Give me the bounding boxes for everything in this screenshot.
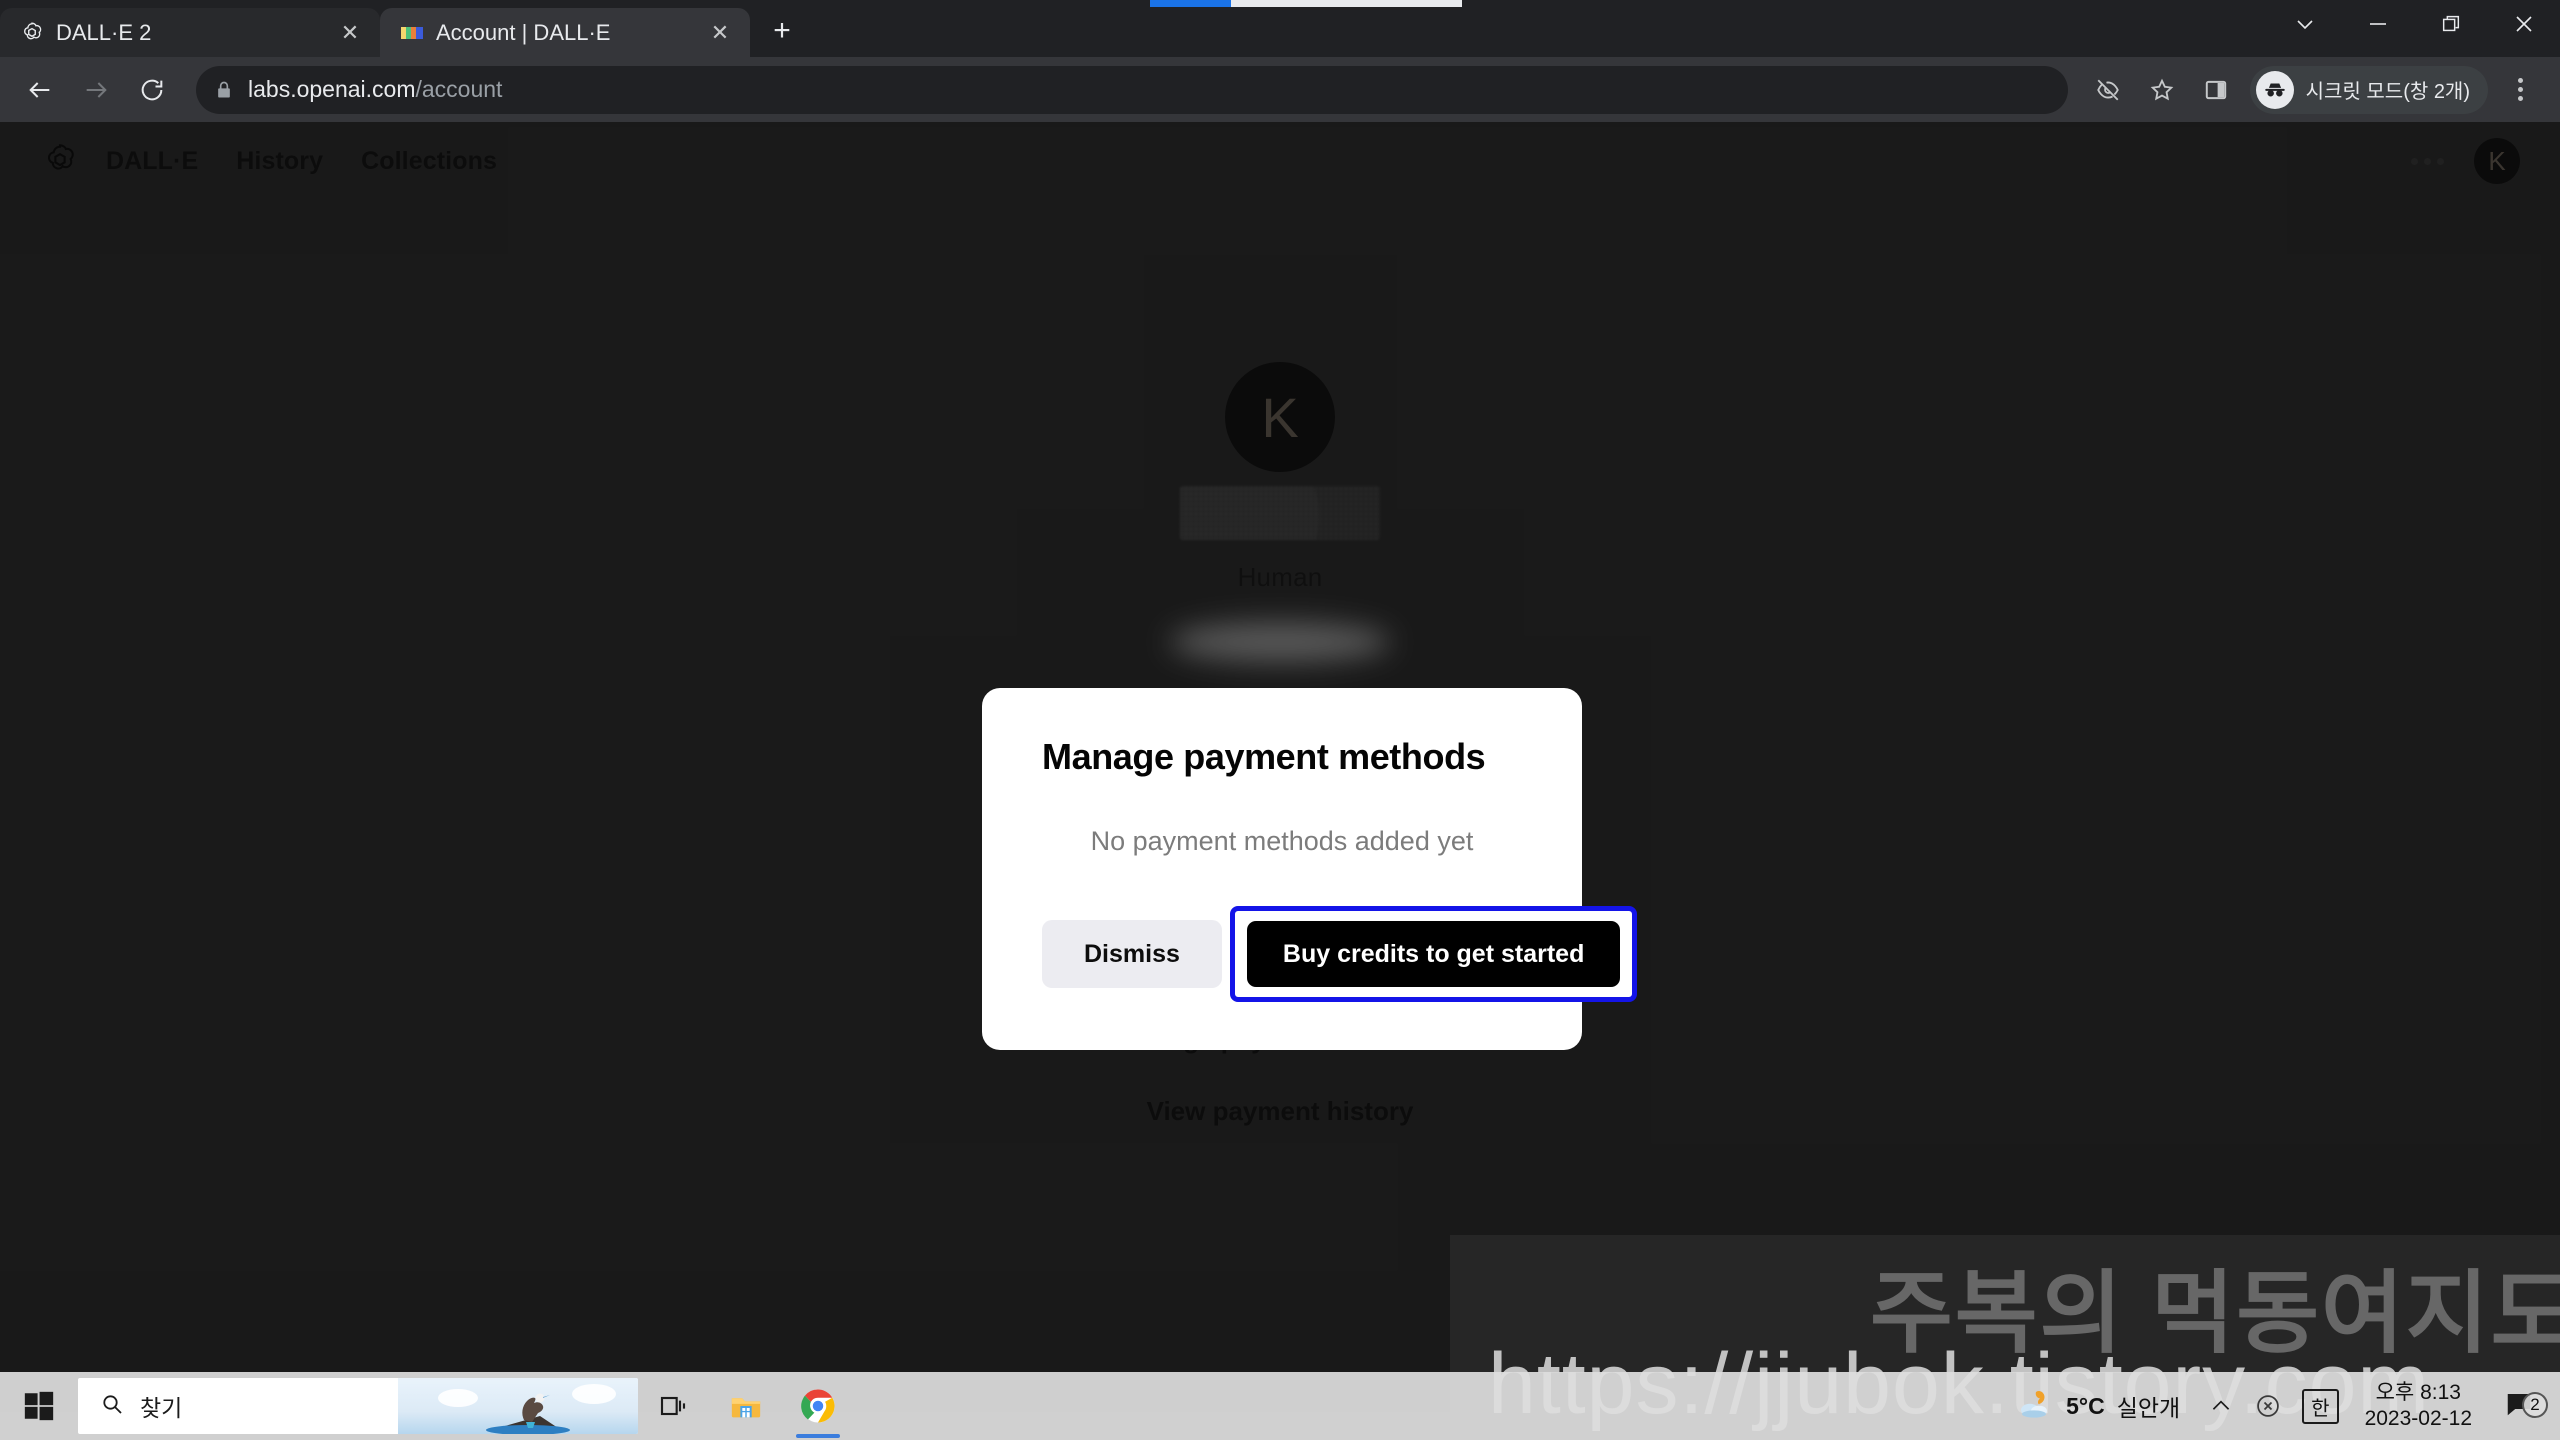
tab-title: Account | DALL·E bbox=[436, 19, 611, 45]
system-tray: 5°C 실안개 한 오후 8:13 2023-02-12 2 bbox=[2000, 1372, 2560, 1440]
page-load-progress-bar bbox=[1150, 0, 1462, 7]
chrome-icon[interactable] bbox=[782, 1372, 854, 1440]
buy-credits-button[interactable]: Buy credits to get started bbox=[1246, 921, 1621, 987]
weather-description: 실안개 bbox=[2116, 1395, 2181, 1421]
forward-button[interactable] bbox=[70, 64, 122, 116]
new-tab-button[interactable]: + bbox=[758, 7, 806, 55]
incognito-icon bbox=[2255, 70, 2294, 109]
toolbar-right-actions: 시크릿 모드(창 2개) bbox=[2082, 64, 2546, 116]
buy-credits-focus-ring: Buy credits to get started bbox=[1229, 906, 1638, 1002]
tab-dalle-2[interactable]: DALL·E 2 ✕ bbox=[0, 8, 380, 57]
window-controls bbox=[2268, 0, 2560, 57]
partly-cloudy-night-icon bbox=[2018, 1389, 2054, 1424]
tab-title: DALL·E 2 bbox=[56, 19, 152, 45]
dialog-actions: Dismiss Buy credits to get started bbox=[1042, 906, 1638, 1002]
lock-icon[interactable] bbox=[214, 80, 234, 100]
notification-count-badge: 2 bbox=[2522, 1391, 2548, 1418]
dalle-gradient-icon bbox=[398, 19, 426, 47]
search-illustration bbox=[398, 1378, 638, 1434]
openai-logo-icon bbox=[18, 19, 46, 47]
reload-button[interactable] bbox=[126, 64, 178, 116]
close-window-button[interactable] bbox=[2487, 0, 2560, 47]
omnibox-url-text: labs.openai.com/account bbox=[248, 76, 502, 103]
back-button[interactable] bbox=[14, 64, 66, 116]
task-view-icon[interactable] bbox=[638, 1372, 710, 1440]
tab-account-dalle[interactable]: Account | DALL·E ✕ bbox=[380, 8, 750, 57]
profile-label: 시크릿 모드(창 2개) bbox=[2305, 81, 2470, 103]
maximize-restore-button[interactable] bbox=[2414, 0, 2487, 47]
url-path: /account bbox=[415, 76, 503, 102]
tab-strip: DALL·E 2 ✕ Account | DALL·E ✕ + bbox=[0, 0, 2560, 57]
eye-off-icon[interactable] bbox=[2082, 64, 2134, 116]
file-explorer-icon[interactable] bbox=[710, 1372, 782, 1440]
taskbar-search-placeholder: 찾기 bbox=[140, 1395, 183, 1421]
clock-time: 오후 8:13 bbox=[2375, 1381, 2461, 1405]
manage-payment-methods-dialog: Manage payment methods No payment method… bbox=[982, 688, 1638, 1050]
url-host: labs.openai.com bbox=[248, 76, 416, 102]
dismiss-button[interactable]: Dismiss bbox=[1042, 920, 1222, 988]
star-icon[interactable] bbox=[2136, 64, 2188, 116]
taskbar-clock[interactable]: 오후 8:13 2023-02-12 bbox=[2349, 1380, 2488, 1431]
minimize-button[interactable] bbox=[2341, 0, 2414, 47]
side-panel-icon[interactable] bbox=[2190, 64, 2242, 116]
x-circle-icon[interactable] bbox=[2244, 1372, 2292, 1440]
dialog-message: No payment methods added yet bbox=[1090, 826, 1474, 856]
windows-taskbar: 찾기 5°C 실안개 한 오후 8:13 2023-02-12 2 bbox=[0, 1372, 2560, 1440]
three-dots-vertical-icon[interactable] bbox=[2494, 64, 2546, 116]
ime-indicator[interactable]: 한 bbox=[2292, 1372, 2348, 1440]
tab-search-button[interactable] bbox=[2268, 0, 2341, 47]
web-page-content: DALL·E History Collections K K Human Lea… bbox=[0, 122, 2560, 1412]
clock-date: 2023-02-12 bbox=[2364, 1407, 2472, 1430]
dialog-title: Manage payment methods bbox=[1042, 736, 1486, 777]
weather-temperature: 5°C bbox=[2066, 1392, 2105, 1419]
ime-language-label: 한 bbox=[2302, 1388, 2339, 1424]
profile-chip[interactable]: 시크릿 모드(창 2개) bbox=[2249, 65, 2488, 114]
browser-window: DALL·E 2 ✕ Account | DALL·E ✕ + labs.ope… bbox=[0, 0, 2560, 1440]
notification-center-button[interactable]: 2 bbox=[2488, 1389, 2550, 1424]
windows-logo-icon[interactable] bbox=[0, 1372, 78, 1440]
tab-close-button[interactable]: ✕ bbox=[334, 17, 366, 49]
browser-toolbar: labs.openai.com/account 시크릿 모드(창 2개) bbox=[0, 57, 2560, 122]
tab-close-button[interactable]: ✕ bbox=[704, 17, 736, 49]
taskbar-search-box[interactable]: 찾기 bbox=[78, 1378, 638, 1434]
page-load-progress-fill bbox=[1150, 0, 1232, 7]
chevron-up-icon[interactable] bbox=[2198, 1372, 2244, 1440]
search-icon bbox=[100, 1392, 124, 1421]
address-bar[interactable]: labs.openai.com/account bbox=[196, 65, 2068, 114]
weather-widget[interactable]: 5°C 실안개 bbox=[2000, 1389, 2198, 1424]
